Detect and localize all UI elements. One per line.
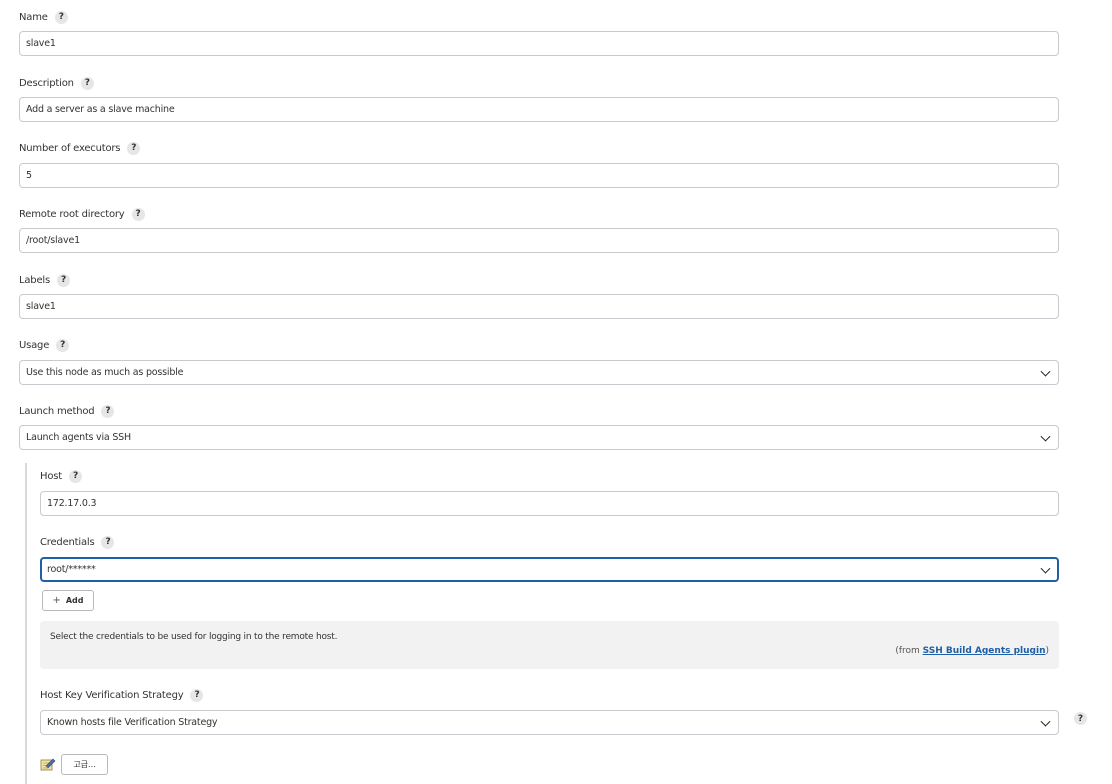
labels-input[interactable]: slave1 xyxy=(19,294,1059,319)
executors-input[interactable]: 5 xyxy=(19,163,1059,188)
usage-label-row: Usage ? xyxy=(19,337,70,353)
host-key-label-row: Host Key Verification Strategy ? xyxy=(40,687,204,703)
labels-label-row: Labels ? xyxy=(19,272,70,288)
plus-icon: + xyxy=(52,595,61,606)
host-key-help-icon[interactable]: ? xyxy=(190,688,204,702)
name-help-icon[interactable]: ? xyxy=(54,10,68,24)
description-help-icon[interactable]: ? xyxy=(80,76,94,90)
remote-root-label: Remote root directory xyxy=(19,208,125,220)
labels-label: Labels xyxy=(19,274,50,286)
name-label: Name xyxy=(19,11,48,23)
executors-value: 5 xyxy=(26,170,32,181)
add-credentials-button[interactable]: + Add xyxy=(42,590,94,611)
host-key-value: Known hosts file Verification Strategy xyxy=(47,717,218,728)
executors-help-icon[interactable]: ? xyxy=(127,141,141,155)
description-label: Description xyxy=(19,77,74,89)
add-button-label: Add xyxy=(65,596,84,605)
host-value: 172.17.0.3 xyxy=(47,498,97,509)
host-help-icon[interactable]: ? xyxy=(68,469,82,483)
remote-root-label-row: Remote root directory ? xyxy=(19,206,145,222)
host-label-row: Host ? xyxy=(40,468,82,484)
host-key-select[interactable]: Known hosts file Verification Strategy xyxy=(40,710,1059,735)
name-value: slave1 xyxy=(26,38,56,49)
credentials-help-icon[interactable]: ? xyxy=(101,535,115,549)
description-input[interactable]: Add a server as a slave machine xyxy=(19,97,1059,122)
chevron-down-icon xyxy=(1040,431,1051,442)
launch-method-value: Launch agents via SSH xyxy=(26,432,131,443)
launch-method-select[interactable]: Launch agents via SSH xyxy=(19,425,1059,450)
name-label-row: Name ? xyxy=(19,9,68,25)
remote-root-help-icon[interactable]: ? xyxy=(131,207,145,221)
launch-method-help-icon[interactable]: ? xyxy=(101,404,115,418)
remote-root-value: /root/slave1 xyxy=(26,235,80,246)
advanced-button-label: 고급... xyxy=(73,760,96,769)
chevron-down-icon xyxy=(1040,716,1051,727)
executors-label-row: Number of executors ? xyxy=(19,140,141,156)
credentials-label: Credentials xyxy=(40,536,95,548)
credentials-help-box: Select the credentials to be used for lo… xyxy=(40,621,1059,669)
usage-select[interactable]: Use this node as much as possible xyxy=(19,360,1059,385)
notepad-edit-icon xyxy=(40,758,56,771)
usage-help-icon[interactable]: ? xyxy=(56,338,70,352)
usage-value: Use this node as much as possible xyxy=(26,367,184,378)
credentials-value: root/****** xyxy=(47,564,96,575)
remote-root-input[interactable]: /root/slave1 xyxy=(19,228,1059,253)
launch-method-label-row: Launch method ? xyxy=(19,403,115,419)
credentials-help-text: Select the credentials to be used for lo… xyxy=(50,632,338,642)
plugin-source: (from SSH Build Agents plugin) xyxy=(895,646,1049,656)
host-key-strategy-help-icon[interactable]: ? xyxy=(1074,712,1087,725)
chevron-down-icon xyxy=(1040,563,1051,574)
credentials-label-row: Credentials ? xyxy=(40,534,115,550)
host-label: Host xyxy=(40,470,62,482)
chevron-down-icon xyxy=(1040,366,1051,377)
plugin-source-prefix: (from xyxy=(895,646,923,656)
nested-section-bar xyxy=(25,463,27,784)
node-config-form: Name ? slave1 Description ? Add a server… xyxy=(0,0,1112,784)
host-key-label: Host Key Verification Strategy xyxy=(40,689,184,701)
usage-label: Usage xyxy=(19,339,50,351)
description-value: Add a server as a slave machine xyxy=(26,104,175,115)
labels-help-icon[interactable]: ? xyxy=(57,273,70,287)
advanced-button[interactable]: 고급... xyxy=(61,754,108,775)
executors-label: Number of executors xyxy=(19,142,121,154)
host-input[interactable]: 172.17.0.3 xyxy=(40,491,1059,516)
description-label-row: Description ? xyxy=(19,75,94,91)
plugin-source-suffix: ) xyxy=(1045,646,1049,656)
launch-method-label: Launch method xyxy=(19,405,95,417)
credentials-select[interactable]: root/****** xyxy=(40,557,1059,582)
ssh-build-agents-plugin-link[interactable]: SSH Build Agents plugin xyxy=(923,646,1046,656)
name-input[interactable]: slave1 xyxy=(19,31,1059,56)
labels-value: slave1 xyxy=(26,301,56,312)
